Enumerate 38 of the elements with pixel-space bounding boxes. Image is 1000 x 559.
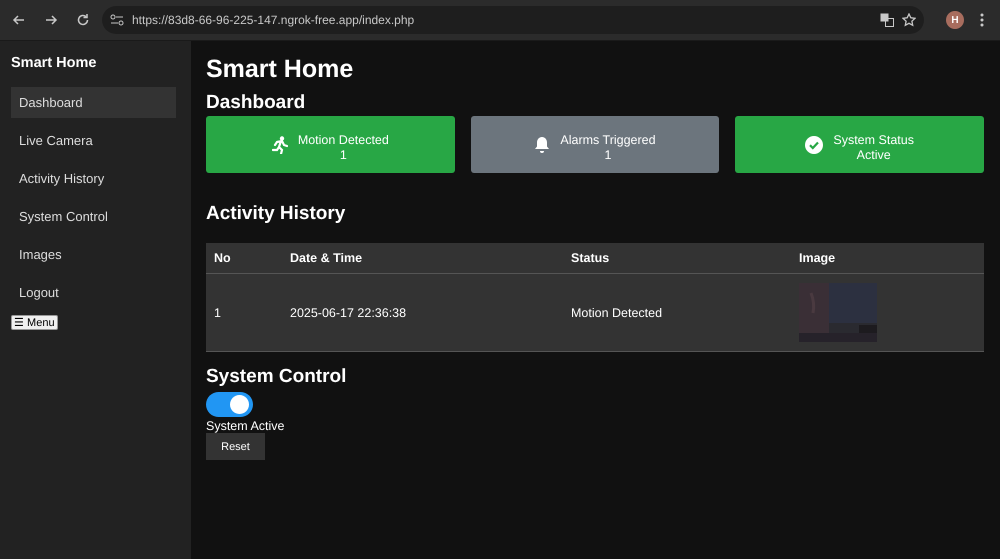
section-heading: Dashboard <box>206 92 306 114</box>
table-cell: 2025-06-17 22:36:38 <box>282 274 563 352</box>
section-heading: Activity History <box>206 203 346 225</box>
column-header: Status <box>563 243 791 274</box>
check-circle-icon <box>805 136 824 154</box>
column-header: Image <box>791 243 984 274</box>
sidebar-item[interactable]: Activity History <box>11 163 176 194</box>
column-header: No <box>206 243 282 274</box>
reset-button[interactable]: Reset <box>206 433 265 460</box>
stat-text: System Status Active <box>833 132 914 162</box>
forward-arrow-icon[interactable] <box>44 13 58 27</box>
back-arrow-icon[interactable] <box>12 13 26 27</box>
sidebar-item[interactable]: Live Camera <box>11 125 176 156</box>
address-bar[interactable]: https://83d8-66-96-225-147.ngrok-free.app/index.php <box>102 6 924 34</box>
stat-text: Alarms Triggered 1 <box>560 132 656 162</box>
url-text: https://83d8-66-96-225-147.ngrok-free.app/index.php <box>132 13 416 27</box>
menu-button[interactable]: ☰ Menu <box>11 315 58 330</box>
running-person-icon <box>272 136 288 154</box>
table-cell: Motion Detected <box>563 274 791 352</box>
table-cell: 1 <box>206 274 282 352</box>
page-title: Smart Home <box>206 55 354 84</box>
section-heading: System Control <box>206 366 346 388</box>
reload-icon[interactable] <box>76 13 90 27</box>
star-icon[interactable] <box>902 13 916 27</box>
toggle-switch[interactable] <box>206 392 253 417</box>
translate-icon[interactable] <box>880 13 894 27</box>
sidebar-item[interactable]: System Control <box>11 201 176 232</box>
stat-text: Motion Detected 1 <box>298 132 389 162</box>
sidebar-item[interactable]: Dashboard <box>11 87 176 118</box>
status-label: System Active <box>206 419 284 433</box>
more-menu-icon[interactable] <box>980 13 984 27</box>
sidebar-title: Smart Home <box>11 55 96 71</box>
site-settings-icon[interactable] <box>110 14 124 26</box>
sidebar-item[interactable]: Images <box>11 239 176 270</box>
column-header: Date & Time <box>282 243 563 274</box>
sidebar-item[interactable]: Logout <box>11 277 176 308</box>
profile-avatar[interactable]: H <box>946 11 964 29</box>
bell-icon <box>534 136 550 154</box>
